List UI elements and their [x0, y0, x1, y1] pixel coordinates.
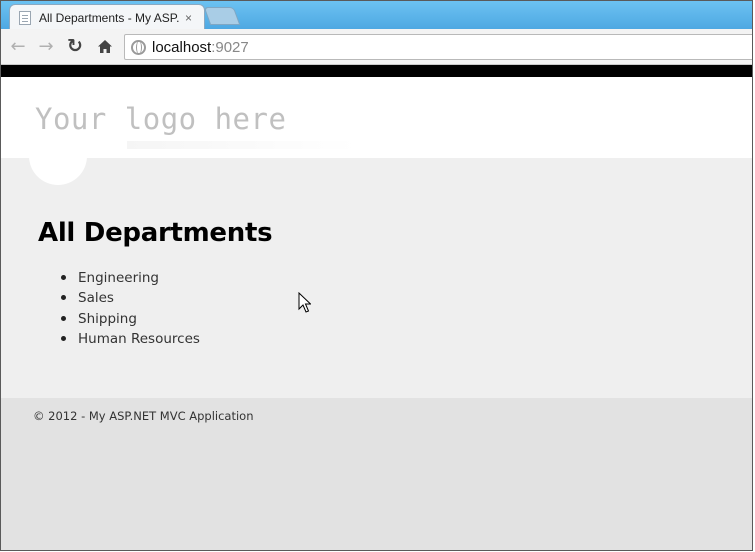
logo-shadow [127, 141, 357, 149]
bullet-icon [61, 295, 66, 301]
bullet-icon [61, 315, 66, 321]
list-item: Sales [61, 288, 200, 308]
reload-icon[interactable]: ↻ [64, 35, 86, 57]
close-icon[interactable]: × [185, 11, 192, 25]
main-content: All Departments Engineering Sales Shippi… [1, 156, 752, 398]
browser-toolbar: ← → ↻ localhost:9027 [1, 29, 752, 65]
url-port: :9027 [211, 38, 249, 56]
page-title: All Departments [38, 218, 273, 248]
bullet-icon [61, 335, 66, 341]
header-bar [1, 65, 752, 77]
header-decoration [29, 156, 87, 185]
page-icon [19, 10, 31, 25]
address-bar[interactable]: localhost:9027 [124, 34, 752, 60]
browser-tab[interactable]: All Departments - My ASP. × [9, 4, 205, 30]
department-name: Engineering [78, 270, 159, 286]
bullet-icon [61, 275, 66, 280]
list-item: Shipping [61, 309, 200, 329]
home-icon[interactable] [94, 35, 116, 57]
tab-title: All Departments - My ASP. [39, 10, 179, 25]
site-logo[interactable]: Your logo here [35, 102, 286, 136]
department-name: Human Resources [78, 330, 200, 347]
new-tab-button[interactable] [203, 7, 241, 25]
list-item: Human Resources [61, 329, 200, 349]
tab-strip: All Departments - My ASP. × [1, 1, 752, 30]
mouse-cursor-icon [298, 291, 312, 318]
arrow-left-icon[interactable]: ← [7, 35, 29, 57]
browser-window: All Departments - My ASP. × ← → ↻ localh… [0, 0, 753, 551]
arrow-right-icon[interactable]: → [35, 35, 57, 57]
footer-text: © 2012 - My ASP.NET MVC Application [33, 409, 254, 423]
list-item: Engineering [61, 268, 200, 288]
department-list: Engineering Sales Shipping Human Resourc… [61, 268, 200, 349]
department-name: Sales [78, 290, 114, 307]
globe-icon [131, 39, 146, 55]
url-host: localhost [152, 38, 212, 56]
site-header: Your logo here [1, 77, 752, 158]
department-name: Shipping [78, 310, 137, 327]
site-footer: © 2012 - My ASP.NET MVC Application [1, 398, 752, 550]
